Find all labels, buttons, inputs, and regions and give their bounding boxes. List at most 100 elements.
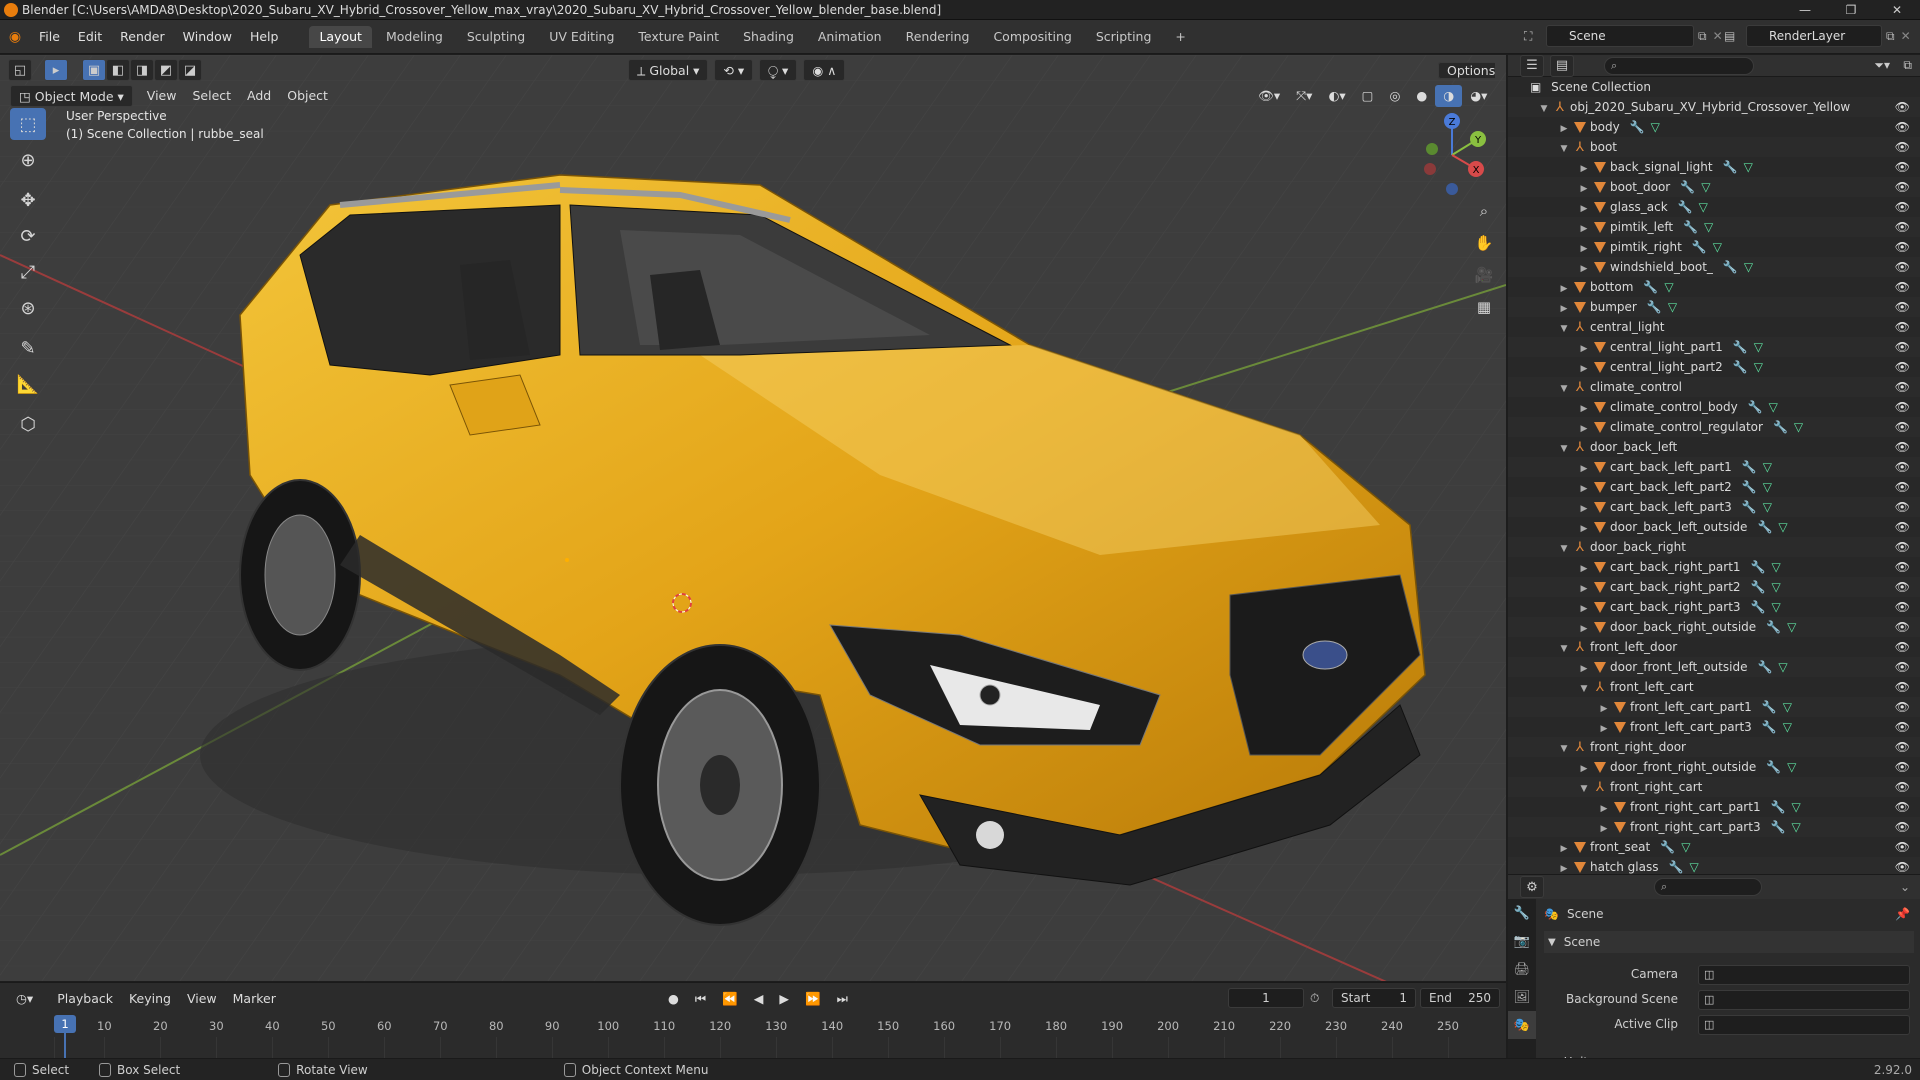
modifier-icon[interactable]: 🔧 [1733,340,1748,354]
visibility-eye-icon[interactable]: 👁 [1895,737,1910,757]
expanded-arrow-icon[interactable]: ▼ [1558,739,1570,759]
visibility-eye-icon[interactable]: 👁 [1895,377,1910,397]
modifier-icon[interactable]: 🔧 [1771,800,1786,814]
modifier-icon[interactable]: 🔧 [1766,760,1781,774]
modifier-icon[interactable]: 🔧 [1660,840,1675,854]
mesh-data-icon[interactable]: ▽ [1754,360,1763,374]
collapsed-arrow-icon[interactable]: ▶ [1578,599,1590,619]
render-tab-icon[interactable]: 📷 [1508,927,1536,955]
mesh-data-icon[interactable]: ▽ [1794,420,1803,434]
3d-viewport[interactable]: ◱ ▸ ▣ ◧ ◨ ◩ ◪ ⟂ Global ▾ ⟲ ▾ ⧬ ▾ ◉ ∧ Opt… [0,55,1506,981]
visibility-eye-icon[interactable]: 👁 [1895,577,1910,597]
rendered-shading-icon[interactable]: ◕▾ [1462,85,1495,107]
mesh-data-icon[interactable]: ▽ [1704,220,1713,234]
timeline-menu-view[interactable]: View [179,988,225,1010]
expanded-arrow-icon[interactable]: ▼ [1558,139,1570,159]
collapsed-arrow-icon[interactable]: ▶ [1598,819,1610,839]
outliner-item[interactable]: ▶ cart_back_right_part2 🔧 ▽ 👁 [1508,577,1920,597]
close-window-button[interactable]: ✕ [1874,0,1920,20]
visibility-eye-icon[interactable]: 👁 [1895,357,1910,377]
measure-tool-icon[interactable]: 📐 [10,368,46,400]
menu-file[interactable]: File [30,20,69,54]
delete-scene-icon[interactable]: ✕ [1713,29,1723,43]
scene-name-field[interactable]: Scene [1546,25,1694,47]
collapsed-arrow-icon[interactable]: ▶ [1598,719,1610,739]
outliner-item[interactable]: ▶ cart_back_left_part1 🔧 ▽ 👁 [1508,457,1920,477]
outliner-item[interactable]: ▶ cart_back_right_part3 🔧 ▽ 👁 [1508,597,1920,617]
wireframe-shading-icon[interactable]: ◎ [1381,85,1408,107]
mesh-data-icon[interactable]: ▽ [1763,500,1772,514]
mesh-data-icon[interactable]: ▽ [1769,400,1778,414]
collapsed-arrow-icon[interactable]: ▶ [1578,579,1590,599]
collapsed-arrow-icon[interactable]: ▶ [1598,699,1610,719]
mesh-data-icon[interactable]: ▽ [1783,700,1792,714]
tab-modeling[interactable]: Modeling [376,26,453,48]
modifier-icon[interactable]: 🔧 [1723,160,1738,174]
minimize-button[interactable]: — [1782,0,1828,20]
modifier-icon[interactable]: 🔧 [1647,300,1662,314]
visibility-eye-icon[interactable]: 👁 [1895,437,1910,457]
tab-scripting[interactable]: Scripting [1086,26,1162,48]
expanded-arrow-icon[interactable]: ▼ [1578,779,1590,799]
collapsed-arrow-icon[interactable]: ▶ [1558,839,1570,859]
visibility-eye-icon[interactable]: 👁 [1895,97,1910,117]
outliner-item[interactable]: ▶ front_left_cart_part1 🔧 ▽ 👁 [1508,697,1920,717]
add-cube-tool-icon[interactable]: ⬡ [10,408,46,440]
visibility-eye-icon[interactable]: 👁 [1895,257,1910,277]
collapsed-arrow-icon[interactable]: ▶ [1578,359,1590,379]
visibility-eye-icon[interactable]: 👁 [1895,637,1910,657]
tab-layout[interactable]: Layout [309,25,372,48]
property-field-camera[interactable]: ◫ [1698,965,1910,985]
mesh-data-icon[interactable]: ▽ [1668,300,1677,314]
object-mode-dropdown[interactable]: ◳ Object Mode ▾ [10,85,133,107]
mesh-data-icon[interactable]: ▽ [1701,180,1710,194]
pin-icon[interactable]: 📌 [1895,907,1910,921]
outliner-item[interactable]: ▶ windshield_boot_ 🔧 ▽ 👁 [1508,257,1920,277]
timeline-menu-keying[interactable]: Keying [121,988,179,1010]
outliner-item[interactable]: ▶ door_front_left_outside 🔧 ▽ 👁 [1508,657,1920,677]
select-subtract-icon[interactable]: ◨ [130,59,154,81]
current-frame-field[interactable]: 1 [1228,988,1304,1008]
tab-texture-paint[interactable]: Texture Paint [628,26,729,48]
visibility-eye-icon[interactable]: 👁 [1895,597,1910,617]
properties-editor-icon[interactable]: ⚙ [1520,876,1544,898]
select-box-tool-icon[interactable]: ⬚ [10,108,46,140]
modifier-icon[interactable]: 🔧 [1751,580,1766,594]
outliner-item[interactable]: ▶ central_light_part2 🔧 ▽ 👁 [1508,357,1920,377]
display-mode-icon[interactable]: ▤ [1550,54,1574,77]
outliner-item[interactable]: ▼ ⅄ door_back_left 👁 [1508,437,1920,457]
visibility-eye-icon[interactable]: 👁 [1895,537,1910,557]
collapsed-arrow-icon[interactable]: ▶ [1558,119,1570,139]
play-reverse-icon[interactable]: ◀ [746,988,772,1010]
modifier-icon[interactable]: 🔧 [1762,720,1777,734]
modifier-icon[interactable]: 🔧 [1742,460,1757,474]
select-tool-icon[interactable]: ▸ [44,59,68,81]
visibility-eye-icon[interactable]: 👁 [1895,157,1910,177]
collapsed-arrow-icon[interactable]: ▶ [1578,259,1590,279]
collapsed-arrow-icon[interactable]: ▶ [1578,659,1590,679]
proportional-edit-toggle[interactable]: ◉ ∧ [803,59,846,81]
viewport-menu-object[interactable]: Object [279,85,336,107]
tab-animation[interactable]: Animation [808,26,892,48]
modifier-icon[interactable]: 🔧 [1751,600,1766,614]
property-field-background-scene[interactable]: ◫ [1698,990,1910,1010]
visibility-eye-icon[interactable]: 👁 [1895,317,1910,337]
modifier-icon[interactable]: 🔧 [1742,480,1757,494]
tab-sculpting[interactable]: Sculpting [457,26,535,48]
collapsed-arrow-icon[interactable]: ▶ [1578,399,1590,419]
tab-rendering[interactable]: Rendering [896,26,980,48]
visibility-eye-icon[interactable]: 👁 [1895,817,1910,837]
collapsed-arrow-icon[interactable]: ▶ [1558,859,1570,874]
mesh-data-icon[interactable]: ▽ [1783,720,1792,734]
visibility-eye-icon[interactable]: 👁 [1895,617,1910,637]
collapsed-arrow-icon[interactable]: ▶ [1598,799,1610,819]
outliner-item[interactable]: ▶ cart_back_left_part2 🔧 ▽ 👁 [1508,477,1920,497]
mesh-data-icon[interactable]: ▽ [1787,760,1796,774]
navigation-gizmo[interactable]: Z Y X [1410,111,1494,195]
delete-renderlayer-icon[interactable]: ✕ [1901,29,1911,43]
visibility-eye-icon[interactable]: 👁 [1895,557,1910,577]
outliner-item[interactable]: ▶ cart_back_right_part1 🔧 ▽ 👁 [1508,557,1920,577]
collapsed-arrow-icon[interactable]: ▶ [1578,339,1590,359]
transform-orientation-dropdown[interactable]: ⟂ Global ▾ [628,59,709,81]
collapsed-arrow-icon[interactable]: ▶ [1578,479,1590,499]
